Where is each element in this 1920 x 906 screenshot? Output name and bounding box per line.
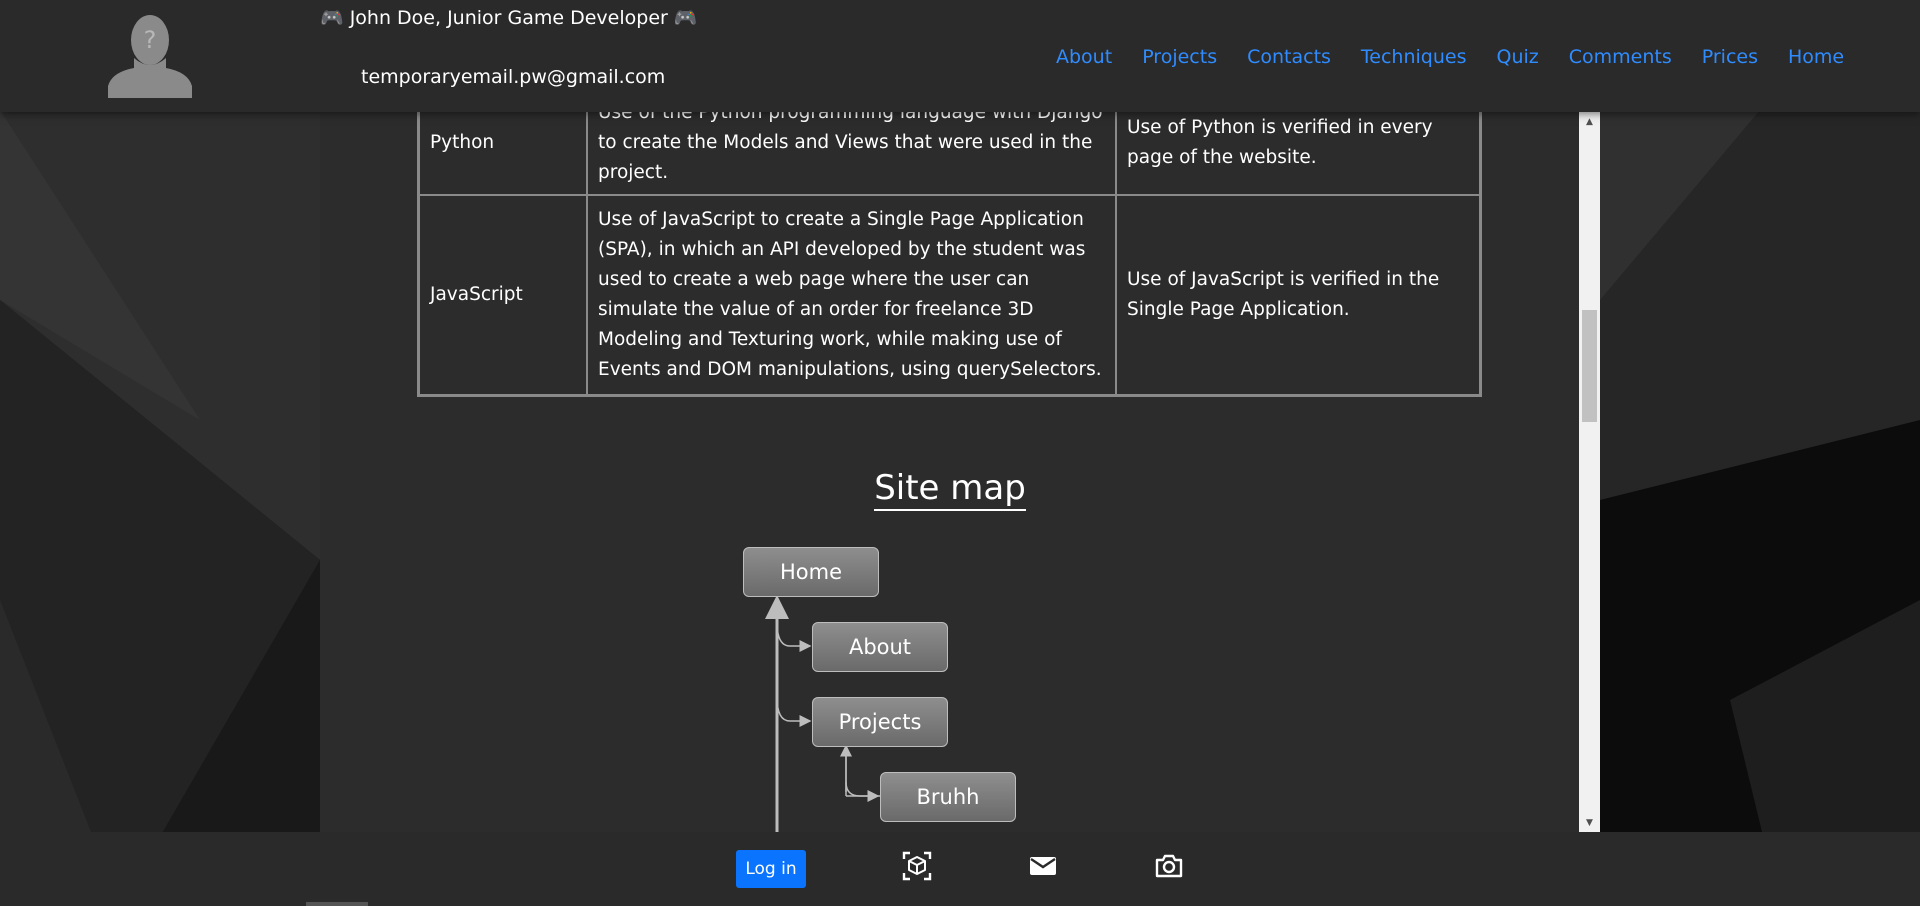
site-title: 🎮 John Doe, Junior Game Developer 🎮 — [320, 7, 698, 29]
nav-link-prices[interactable]: Prices — [1702, 46, 1758, 68]
nav-link-projects[interactable]: Projects — [1142, 46, 1217, 68]
nav-link-techniques[interactable]: Techniques — [1361, 46, 1467, 68]
sitemap-node-home[interactable]: Home — [743, 547, 879, 597]
nav-link-quiz[interactable]: Quiz — [1497, 46, 1539, 68]
site-header: ? 🎮 John Doe, Junior Game Developer 🎮 te… — [0, 0, 1920, 112]
mail-icon[interactable] — [1027, 850, 1059, 882]
main-nav: About Projects Contacts Techniques Quiz … — [1056, 46, 1844, 68]
nav-link-home[interactable]: Home — [1788, 46, 1844, 68]
scroll-up-arrow-icon[interactable]: ▲ — [1579, 114, 1600, 130]
nav-link-comments[interactable]: Comments — [1569, 46, 1672, 68]
camera-icon[interactable] — [1153, 850, 1185, 882]
nav-link-contacts[interactable]: Contacts — [1247, 46, 1331, 68]
scroll-down-arrow-icon[interactable]: ▼ — [1579, 815, 1600, 831]
person-placeholder-icon: ? — [104, 10, 196, 98]
content-scrollbar[interactable]: ▲ ▼ — [1579, 112, 1600, 833]
nav-link-about[interactable]: About — [1056, 46, 1112, 68]
contact-email: temporaryemail.pw@gmail.com — [361, 66, 666, 88]
sitemap-node-projects[interactable]: Projects — [812, 697, 948, 747]
scrollbar-thumb[interactable] — [1582, 310, 1597, 422]
sitemap-node-bruhh[interactable]: Bruhh — [880, 772, 1016, 822]
sitemap-connectors — [765, 595, 880, 832]
login-button[interactable]: Log in — [736, 850, 806, 888]
3d-box-icon[interactable] — [901, 850, 933, 882]
content-panel: Python Use of the Python programming lan… — [320, 112, 1580, 832]
footer-tab-indicator — [306, 902, 368, 906]
svg-text:?: ? — [144, 26, 157, 54]
sitemap-node-about[interactable]: About — [812, 622, 948, 672]
site-footer: Log in — [0, 832, 1920, 906]
